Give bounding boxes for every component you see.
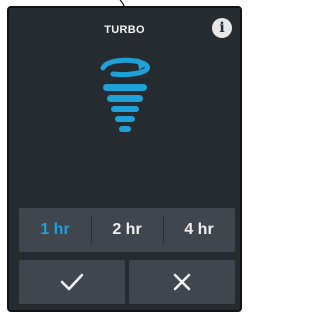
duration-option-2hr[interactable]: 2 hr — [91, 208, 163, 252]
tornado-icon — [100, 57, 150, 132]
close-icon — [173, 273, 191, 291]
info-button[interactable]: i — [212, 18, 232, 38]
info-icon: i — [219, 20, 225, 36]
turbo-panel: TURBO i 1 hr 2 hr 4 hr — [7, 6, 242, 312]
page-title: TURBO — [104, 24, 145, 36]
duration-selector: 1 hr 2 hr 4 hr — [19, 208, 235, 252]
cancel-button[interactable] — [129, 260, 235, 304]
checkmark-icon — [60, 273, 84, 291]
confirm-button[interactable] — [19, 260, 125, 304]
duration-option-4hr[interactable]: 4 hr — [163, 208, 235, 252]
duration-option-1hr[interactable]: 1 hr — [19, 208, 91, 252]
